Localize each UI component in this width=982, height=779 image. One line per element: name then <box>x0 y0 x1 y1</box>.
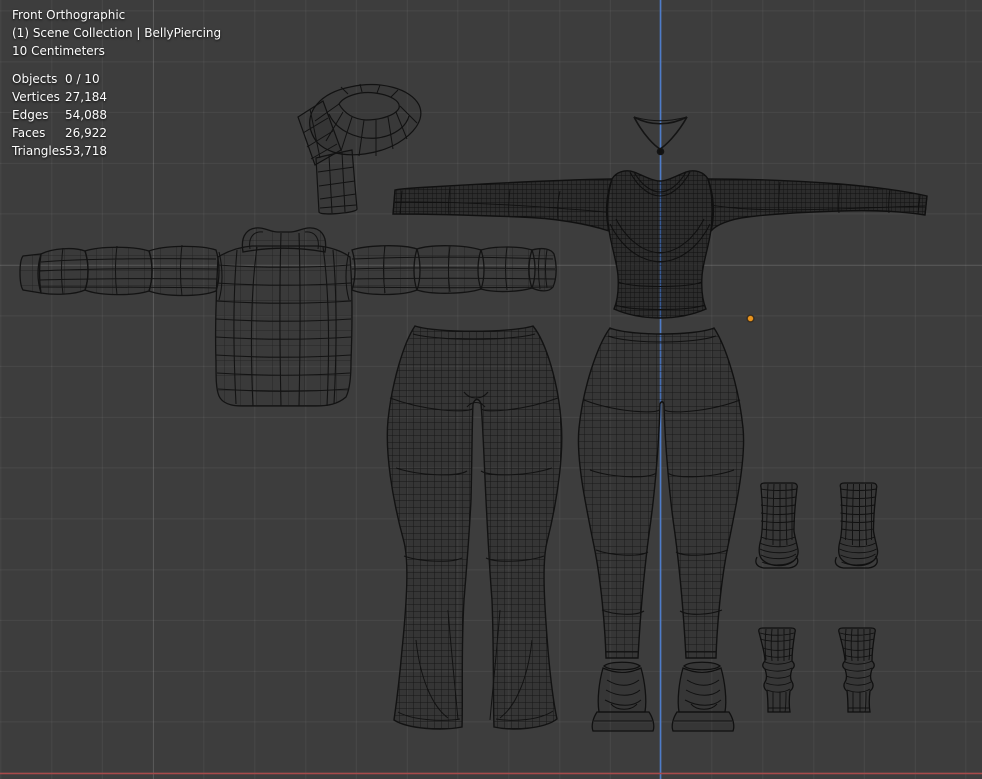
stat-label: Edges <box>12 108 49 122</box>
necklace-pendant <box>656 147 665 156</box>
object-sneaker-left[interactable] <box>591 661 655 732</box>
stat-row-objects: Objects 0 / 10 <box>12 70 107 88</box>
stat-value: 0 / 10 <box>65 72 100 86</box>
stat-value: 27,184 <box>65 90 107 104</box>
stat-value: 54,088 <box>65 108 107 122</box>
scene-canvas[interactable] <box>0 0 982 779</box>
stat-label: Vertices <box>12 90 60 104</box>
stat-value: 26,922 <box>65 126 107 140</box>
object-sock-left[interactable] <box>755 482 799 569</box>
scene-breadcrumb: (1) Scene Collection | BellyPiercing <box>12 26 222 40</box>
object-fitted-top[interactable] <box>392 170 928 319</box>
stat-label: Objects <box>12 72 58 86</box>
object-legwarmer-left[interactable] <box>758 627 796 713</box>
object-origin-point[interactable] <box>746 314 755 323</box>
view-name-label: Front Orthographic <box>12 8 126 22</box>
object-sock-right[interactable] <box>834 482 879 569</box>
stat-value: 53,718 <box>65 144 107 158</box>
object-sneaker-right[interactable] <box>671 661 735 732</box>
stat-label: Triangles <box>12 144 66 158</box>
grid-scale-label: 10 Centimeters <box>12 44 105 58</box>
stat-row-edges: Edges 54,088 <box>12 106 107 124</box>
blender-3d-viewport[interactable]: Front Orthographic (1) Scene Collection … <box>0 0 982 779</box>
viewport-text-overlay: Front Orthographic (1) Scene Collection … <box>12 6 221 60</box>
object-flared-pants[interactable] <box>386 325 563 730</box>
stat-row-vertices: Vertices 27,184 <box>12 88 107 106</box>
statistics-overlay: Objects 0 / 10 Vertices 27,184 Edges 54,… <box>12 70 107 160</box>
object-legwarmer-right[interactable] <box>838 627 876 713</box>
stat-label: Faces <box>12 126 46 140</box>
stat-row-faces: Faces 26,922 <box>12 124 107 142</box>
stat-row-triangles: Triangles 53,718 <box>12 142 107 160</box>
